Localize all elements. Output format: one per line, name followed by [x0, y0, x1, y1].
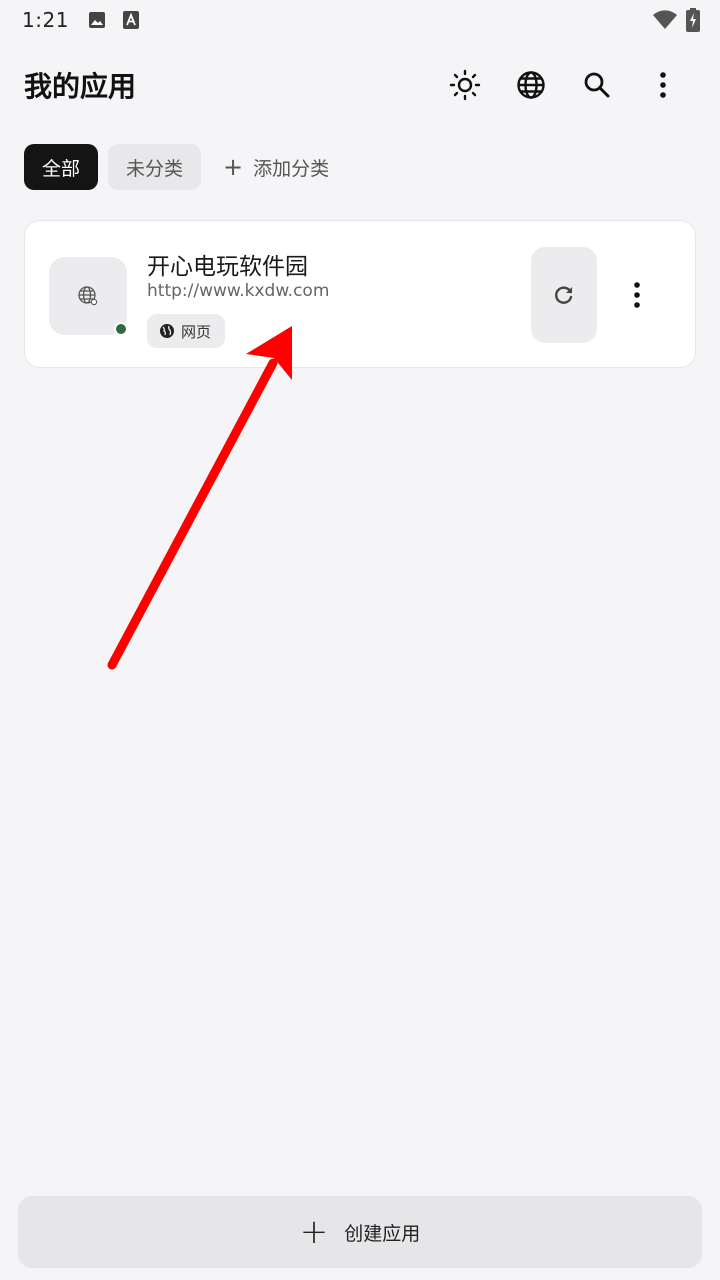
status-indicator	[114, 322, 128, 336]
theme-sun-icon	[449, 69, 481, 101]
wifi-icon	[652, 10, 678, 35]
more-vertical-icon	[660, 72, 666, 98]
app-card[interactable]: 开心电玩软件园 http://www.kxdw.com 网页	[24, 220, 696, 368]
plus-icon: +	[299, 1212, 329, 1252]
add-category-label: 添加分类	[253, 157, 330, 180]
globe-icon	[517, 71, 545, 99]
search-icon	[584, 72, 610, 98]
battery-charging-icon	[686, 8, 700, 37]
page-title: 我的应用	[24, 70, 137, 103]
app-type-label: 网页	[181, 322, 212, 341]
image-icon	[87, 10, 107, 30]
category-chip-uncategorized[interactable]: 未分类	[108, 144, 202, 190]
add-category-button[interactable]: + 添加分类	[211, 144, 341, 190]
search-button[interactable]	[564, 52, 630, 118]
app-name: 开心电玩软件园	[147, 254, 308, 280]
theme-toggle-button[interactable]	[432, 52, 498, 118]
more-vertical-icon	[634, 282, 640, 308]
app-url: http://www.kxdw.com	[147, 281, 330, 301]
more-menu-button[interactable]	[630, 52, 696, 118]
header-actions	[432, 52, 696, 118]
web-app-icon	[78, 286, 98, 306]
plus-icon: +	[223, 153, 244, 181]
category-chip-all[interactable]: 全部	[24, 144, 99, 190]
refresh-icon	[555, 286, 573, 304]
app-bar: 我的应用	[0, 50, 720, 120]
category-tabs: 全部 未分类 + 添加分类	[24, 144, 341, 190]
font-download-icon	[121, 10, 141, 30]
status-time: 1:21	[22, 8, 69, 32]
language-button[interactable]	[498, 52, 564, 118]
app-more-button[interactable]	[615, 271, 659, 319]
create-app-button[interactable]: + 创建应用	[18, 1196, 702, 1268]
create-app-label: 创建应用	[344, 1222, 421, 1245]
refresh-button[interactable]	[531, 247, 597, 343]
status-bar: 1:21	[0, 0, 720, 40]
annotation-arrow	[107, 326, 292, 670]
app-type-tag: 网页	[147, 314, 226, 348]
globe-small-icon	[160, 324, 174, 338]
